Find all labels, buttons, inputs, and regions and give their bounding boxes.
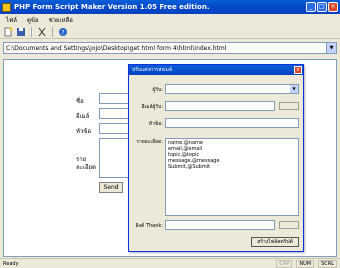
help-icon[interactable]: ? [58,27,68,37]
dialog-title: ปรับแต่งการส่งเมล์ [129,65,303,75]
form-label-detail-2: ละเอียด [76,164,96,171]
scroll-indicator: SCRL [318,260,337,268]
thanks-browse-button[interactable] [279,221,299,229]
app-icon [2,2,11,12]
subject-field[interactable] [165,118,299,128]
maximize-icon[interactable]: □ [317,2,327,12]
status-text: Ready [3,260,19,267]
fields-textarea[interactable]: name,@name email,@email topic,@topic mes… [165,138,299,216]
to-combo[interactable]: ▼ [165,84,299,94]
cut-icon[interactable] [37,27,47,37]
menu-item-file[interactable]: ไฟล์ [6,15,17,25]
chevron-down-icon[interactable]: ▼ [290,85,298,93]
field-line: Submit,@Submit [168,164,211,170]
send-button[interactable]: Send [99,182,123,193]
new-file-icon[interactable] [3,26,13,37]
form-label-email: อีเมล์ [76,113,90,120]
toolbar-separator [31,26,32,37]
svg-text:?: ? [61,29,64,36]
title-bar: PHP Form Script Maker Version 1.05 Free … [0,0,340,14]
chevron-down-icon[interactable]: ▼ [326,43,336,53]
from-field[interactable] [165,101,275,111]
window-controls: _ □ × [306,2,338,12]
window-title: PHP Form Script Maker Version 1.05 Free … [14,3,210,11]
status-bar: Ready CAP NUM SCRL [0,258,340,268]
mail-settings-dialog: ปรับแต่งการส่งเมล์ × ผู้รับ: ▼ อีเมล์ผู้… [128,64,304,252]
from-browse-button[interactable] [279,102,299,110]
thanks-label: ลิงค์ Thank: [135,223,163,229]
close-icon[interactable]: × [294,66,302,74]
num-indicator: NUM [296,260,315,268]
menu-bar: ไฟล์ ดูข้อ ช่วยเหลือ [0,14,340,25]
from-label: อีเมล์ผู้รับ: [141,104,163,110]
toolbar-separator [52,26,53,37]
thanks-field[interactable] [165,220,275,230]
form-label-name: ชื่อ [76,98,84,105]
create-script-button[interactable]: สร้างไฟล์สคริปต์ [251,237,299,247]
subject-label: หัวข้อ: [148,121,163,127]
to-label: ผู้รับ: [152,87,163,93]
path-combo[interactable]: C:\Documents and Settings\jojo\Desktop\g… [3,42,337,54]
fields-label: รายละเอียด: [136,139,163,145]
menu-item-help[interactable]: ช่วยเหลือ [49,15,73,25]
path-text: C:\Documents and Settings\jojo\Desktop\g… [6,44,227,52]
toolbar: ? [0,25,340,39]
minimize-icon[interactable]: _ [306,2,316,12]
caps-indicator: CAP [276,260,293,268]
menu-item-view[interactable]: ดูข้อ [27,15,39,25]
form-label-topic: หัวข้อ [76,128,92,135]
save-icon[interactable] [16,27,26,37]
status-indicators: CAP NUM SCRL [276,260,337,268]
close-icon[interactable]: × [328,2,338,12]
